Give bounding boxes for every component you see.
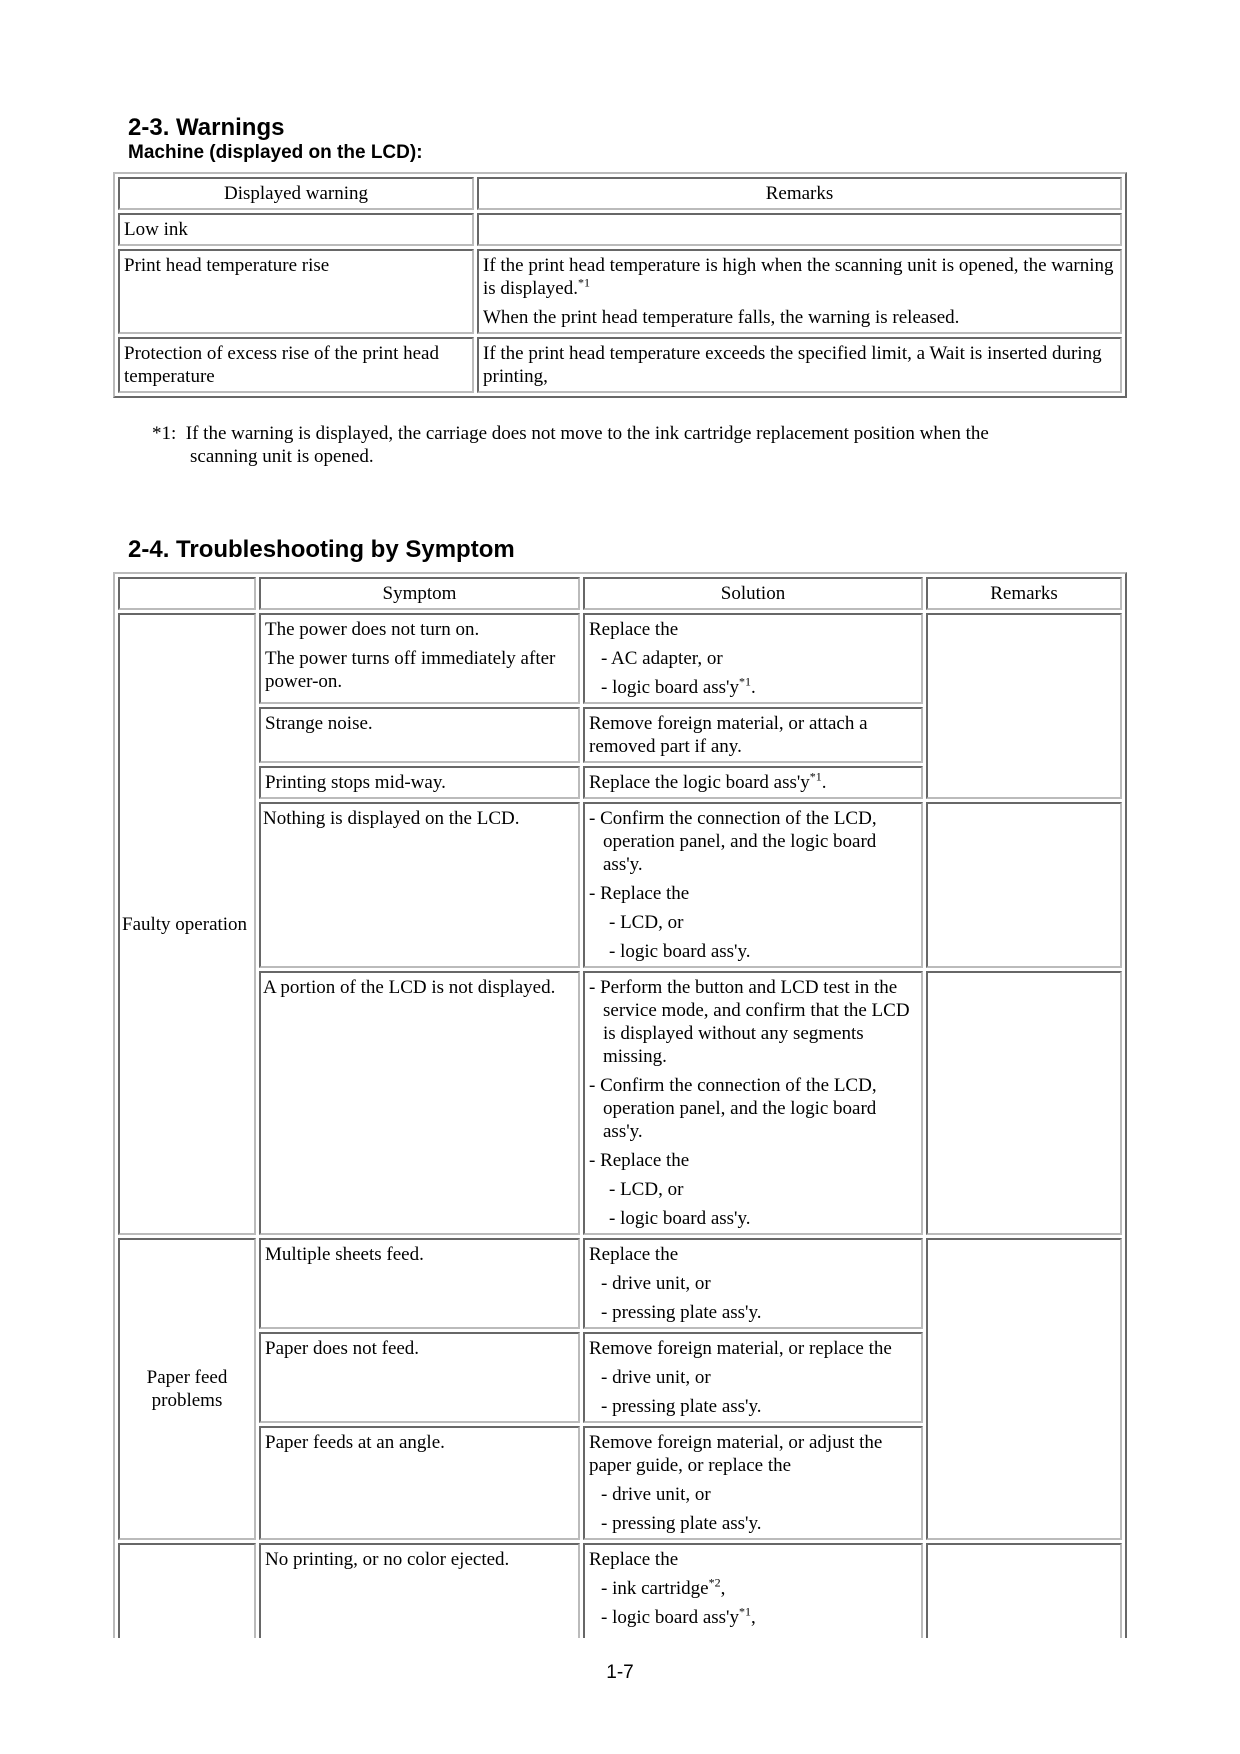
warning-cell: Protection of excess rise of the print h…	[118, 337, 474, 393]
column-header: Symptom	[259, 577, 580, 610]
footnote-text: scanning unit is opened.	[190, 446, 374, 467]
solution-text: Replace the logic board ass'y	[589, 772, 810, 793]
solution-cell: Remove foreign material, or replace the …	[583, 1332, 923, 1423]
solution-cell: Replace the - drive unit, or - pressing …	[583, 1238, 923, 1329]
solution-cell: Remove foreign material, or attach a rem…	[583, 707, 923, 763]
punctuation: .	[821, 772, 827, 793]
symptom-cell: Paper feeds at an angle.	[259, 1426, 580, 1540]
solution-text: - ink cartridge	[601, 1578, 709, 1599]
column-header	[118, 577, 256, 610]
table-header-row: Symptom Solution Remarks	[118, 577, 1122, 610]
solution-text: Replace the	[589, 1244, 679, 1265]
troubleshooting-table-container: Symptom Solution Remarks Faulty operatio…	[113, 572, 1129, 1638]
solution-text: Replace the	[589, 1549, 679, 1570]
punctuation: ,	[720, 1578, 726, 1599]
solution-text: Remove foreign material, or replace the	[589, 1338, 892, 1359]
warning-cell: Print head temperature rise	[118, 249, 474, 334]
solution-text: - logic board ass'y	[601, 677, 739, 698]
section-title-troubleshooting: 2-4. Troubleshooting by Symptom	[128, 536, 515, 563]
solution-text: - Perform the button and LCD test in the…	[589, 977, 910, 1067]
table-row: Protection of excess rise of the print h…	[118, 337, 1122, 393]
symptom-text: The power turns off immediately after po…	[265, 648, 556, 692]
footnote-ref: *1	[578, 275, 590, 290]
group-cell	[118, 1543, 256, 1638]
footnote-text: If the warning is displayed, the carriag…	[185, 423, 989, 444]
remark-text: When the print head temperature falls, t…	[483, 307, 960, 328]
symptom-cell: No printing, or no color ejected.	[259, 1543, 580, 1638]
solution-text: - AC adapter, or	[601, 648, 723, 669]
punctuation: ,	[750, 1607, 756, 1628]
solution-text: - drive unit, or	[601, 1367, 711, 1388]
table-header-row: Displayed warning Remarks	[118, 177, 1122, 210]
remarks-cell	[926, 1238, 1122, 1540]
remarks-cell	[926, 1543, 1122, 1638]
group-cell: Paper feed problems	[118, 1238, 256, 1540]
warning-cell: Low ink	[118, 213, 474, 246]
table-row: Print head temperature rise If the print…	[118, 249, 1122, 334]
remarks-cell: If the print head temperature exceeds th…	[477, 337, 1122, 393]
solution-text: - logic board ass'y.	[609, 941, 751, 962]
solution-cell: Remove foreign material, or adjust the p…	[583, 1426, 923, 1540]
remarks-cell	[926, 613, 1122, 799]
page-number: 1-7	[606, 1662, 634, 1683]
remarks-cell	[477, 213, 1122, 246]
table-row: Nothing is displayed on the LCD. - Confi…	[118, 802, 1122, 968]
punctuation: .	[750, 677, 756, 698]
symptom-cell: A portion of the LCD is not displayed.	[259, 971, 580, 1235]
column-header: Remarks	[926, 577, 1122, 610]
solution-text: - drive unit, or	[601, 1273, 711, 1294]
remarks-cell	[926, 971, 1122, 1235]
solution-cell: Replace the - ink cartridge*2, - logic b…	[583, 1543, 923, 1638]
symptom-cell: Printing stops mid-way.	[259, 766, 580, 799]
column-header: Solution	[583, 577, 923, 610]
table-row: No printing, or no color ejected. Replac…	[118, 1543, 1122, 1638]
symptom-cell: Nothing is displayed on the LCD.	[259, 802, 580, 968]
table-row: A portion of the LCD is not displayed. -…	[118, 971, 1122, 1235]
column-header: Displayed warning	[118, 177, 474, 210]
table-row: Low ink	[118, 213, 1122, 246]
footnote-mark: *1:	[152, 423, 177, 444]
solution-text: - logic board ass'y	[601, 1607, 739, 1628]
solution-text: - pressing plate ass'y.	[601, 1513, 762, 1534]
symptom-text: The power does not turn on.	[265, 619, 480, 640]
solution-cell: - Perform the button and LCD test in the…	[583, 971, 923, 1235]
solution-cell: - Confirm the connection of the LCD, ope…	[583, 802, 923, 968]
remarks-cell	[926, 802, 1122, 968]
solution-cell: Replace the - AC adapter, or - logic boa…	[583, 613, 923, 704]
solution-text: - Confirm the connection of the LCD, ope…	[589, 808, 877, 875]
solution-text: - drive unit, or	[601, 1484, 711, 1505]
footnote-ref: *1	[809, 769, 822, 784]
section-subtitle: Machine (displayed on the LCD):	[128, 142, 423, 163]
solution-cell: Replace the logic board ass'y*1.	[583, 766, 923, 799]
group-cell: Faulty operation	[118, 613, 256, 1235]
remarks-cell: If the print head temperature is high wh…	[477, 249, 1122, 334]
troubleshooting-table: Symptom Solution Remarks Faulty operatio…	[113, 572, 1127, 1638]
footnote: *1: If the warning is displayed, the car…	[152, 422, 1092, 468]
section-title-warnings: 2-3. Warnings	[128, 114, 285, 141]
solution-text: - Replace the	[589, 883, 690, 904]
symptom-cell: Multiple sheets feed.	[259, 1238, 580, 1329]
symptom-cell: Paper does not feed.	[259, 1332, 580, 1423]
solution-text: - pressing plate ass'y.	[601, 1302, 762, 1323]
symptom-cell: The power does not turn on. The power tu…	[259, 613, 580, 704]
solution-text: Replace the	[589, 619, 679, 640]
footnote-ref: *1	[738, 1604, 751, 1619]
solution-text: - LCD, or	[609, 1179, 684, 1200]
footnote-ref: *2	[708, 1575, 721, 1590]
solution-text: - LCD, or	[609, 912, 684, 933]
column-header: Remarks	[477, 177, 1122, 210]
symptom-cell: Strange noise.	[259, 707, 580, 763]
solution-text: - logic board ass'y.	[609, 1208, 751, 1229]
table-row: Faulty operation The power does not turn…	[118, 613, 1122, 1235]
footnote-ref: *1	[738, 674, 751, 689]
solution-text: Remove foreign material, or adjust the p…	[589, 1432, 883, 1476]
table-row: Paper feed problems Multiple sheets feed…	[118, 1238, 1122, 1540]
solution-text: - Replace the	[589, 1150, 690, 1171]
solution-text: - pressing plate ass'y.	[601, 1396, 762, 1417]
warnings-table: Displayed warning Remarks Low ink Print …	[113, 172, 1127, 398]
solution-text: - Confirm the connection of the LCD, ope…	[589, 1075, 877, 1142]
